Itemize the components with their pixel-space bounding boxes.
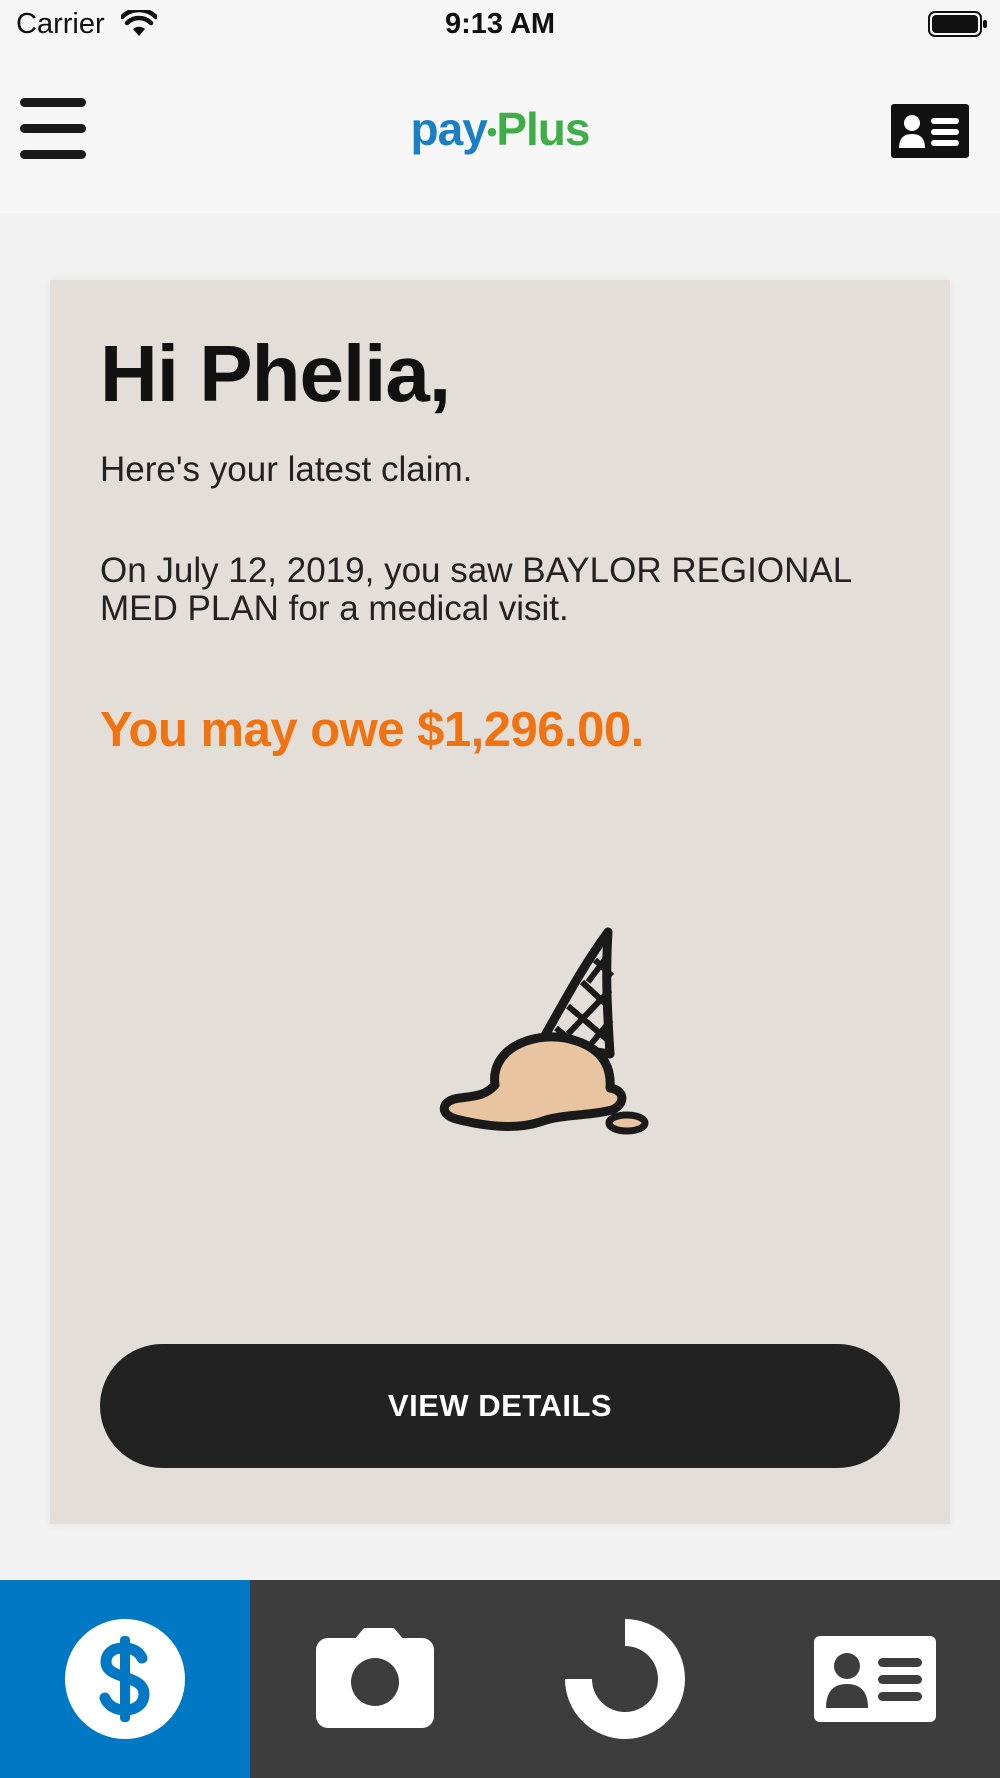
dropped-ice-cream-icon (439, 927, 649, 1135)
tab-id-card[interactable] (750, 1580, 1000, 1778)
tab-camera[interactable] (250, 1580, 500, 1778)
logo-plus-text: Plus (496, 103, 590, 155)
claim-card: Hi Phelia, Here's your latest claim. On … (50, 280, 950, 1524)
greeting-heading: Hi Phelia, (100, 329, 451, 418)
id-card-icon[interactable] (891, 104, 969, 158)
claim-subtitle: Here's your latest claim. (100, 450, 473, 489)
app-header: pay•Plus (0, 50, 1000, 213)
amount-owed: You may owe $1,296.00. (100, 703, 644, 757)
payplus-logo: pay•Plus (0, 102, 1000, 156)
status-bar: Carrier 9:13 AM (0, 0, 1000, 50)
progress-ring-icon (565, 1619, 685, 1739)
logo-separator: • (486, 115, 497, 149)
visit-description: On July 12, 2019, you saw BAYLOR REGIONA… (100, 551, 851, 628)
camera-icon (316, 1628, 434, 1728)
logo-pay-text: pay (410, 103, 488, 155)
bottom-tab-bar (0, 1580, 1000, 1778)
view-details-button[interactable]: VIEW DETAILS (100, 1344, 900, 1468)
tab-payments[interactable] (0, 1580, 250, 1778)
battery-icon (928, 11, 987, 37)
dollar-icon (65, 1619, 185, 1739)
tab-progress[interactable] (500, 1580, 750, 1778)
status-time: 9:13 AM (444, 8, 556, 40)
id-card-icon (814, 1636, 936, 1722)
